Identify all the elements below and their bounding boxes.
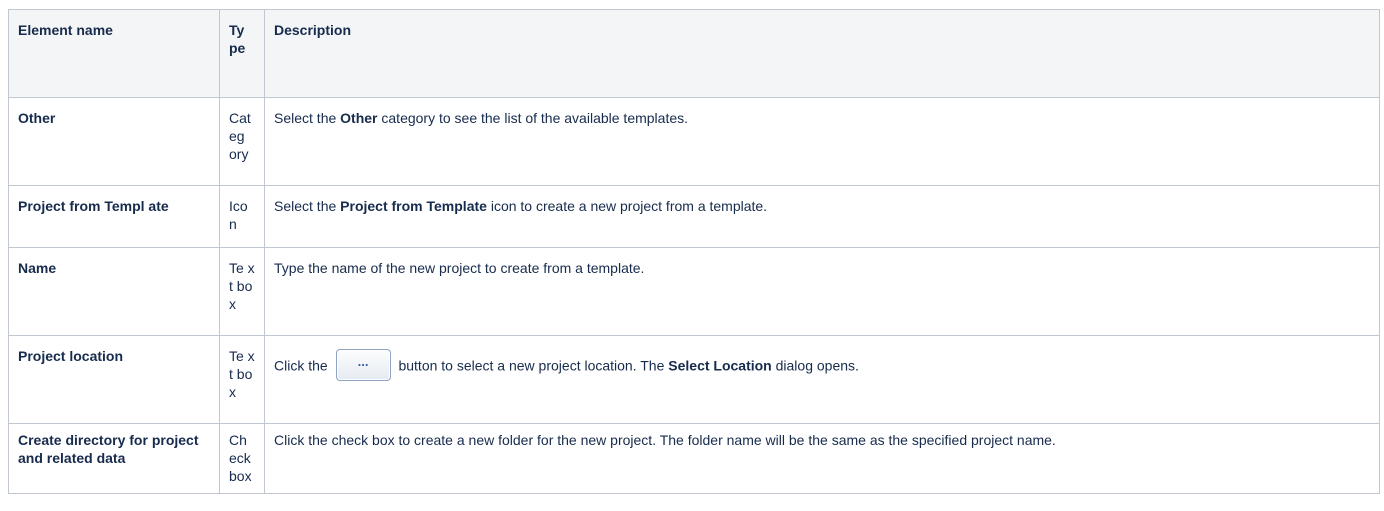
element-name-cell: Name: [8, 247, 220, 336]
desc-line: Click the ... button to select a new pro…: [274, 349, 859, 383]
table-row: Project from Templ ate Icon Select the P…: [8, 185, 1380, 248]
table-header-row: Element name Ty pe Description: [8, 9, 1380, 98]
desc-text: icon to create a new project from a temp…: [486, 198, 768, 214]
desc-text: button to select a new project location.…: [394, 357, 669, 374]
table-row: Create directory for project and related…: [8, 423, 1380, 494]
ellipsis-button-icon: ...: [335, 349, 391, 381]
description-cell: Click the check box to create a new fold…: [264, 423, 1380, 494]
table-row: Name Te xt box Type the name of the new …: [8, 247, 1380, 336]
desc-text: Select the: [274, 110, 341, 126]
element-name-cell: Project location: [8, 335, 220, 424]
type-cell: Cat eg ory: [219, 97, 265, 186]
type-cell: Icon: [219, 185, 265, 248]
desc-text: Select the: [274, 198, 341, 214]
desc-bold-text: Project from Template: [340, 198, 487, 214]
desc-bold-text: Other: [340, 110, 378, 126]
element-name-cell: Other: [8, 97, 220, 186]
element-name-cell: Create directory for project and related…: [8, 423, 220, 494]
desc-text: dialog opens.: [771, 357, 859, 374]
desc-bold-text: Select Location: [668, 357, 772, 374]
description-cell: Type the name of the new project to crea…: [264, 247, 1380, 336]
desc-text: Click the: [274, 357, 332, 374]
header-type: Ty pe: [219, 9, 265, 98]
type-cell: Ch eck box: [219, 423, 265, 494]
header-description: Description: [264, 9, 1380, 98]
content-area: Element name Ty pe Description Other Cat…: [8, 9, 1380, 494]
element-name-cell: Project from Templ ate: [8, 185, 220, 248]
description-cell: Select the Other category to see the lis…: [264, 97, 1380, 186]
type-cell: Te xt box: [219, 335, 265, 424]
table-row: Project location Te xt box Click the ...…: [8, 335, 1380, 424]
type-cell: Te xt box: [219, 247, 265, 336]
description-cell: Click the ... button to select a new pro…: [264, 335, 1380, 424]
ui-elements-table: Element name Ty pe Description Other Cat…: [8, 9, 1380, 494]
header-element-name: Element name: [8, 9, 220, 98]
description-cell: Select the Project from Template icon to…: [264, 185, 1380, 248]
desc-text: category to see the list of the availabl…: [377, 110, 689, 126]
table-row: Other Cat eg ory Select the Other catego…: [8, 97, 1380, 186]
